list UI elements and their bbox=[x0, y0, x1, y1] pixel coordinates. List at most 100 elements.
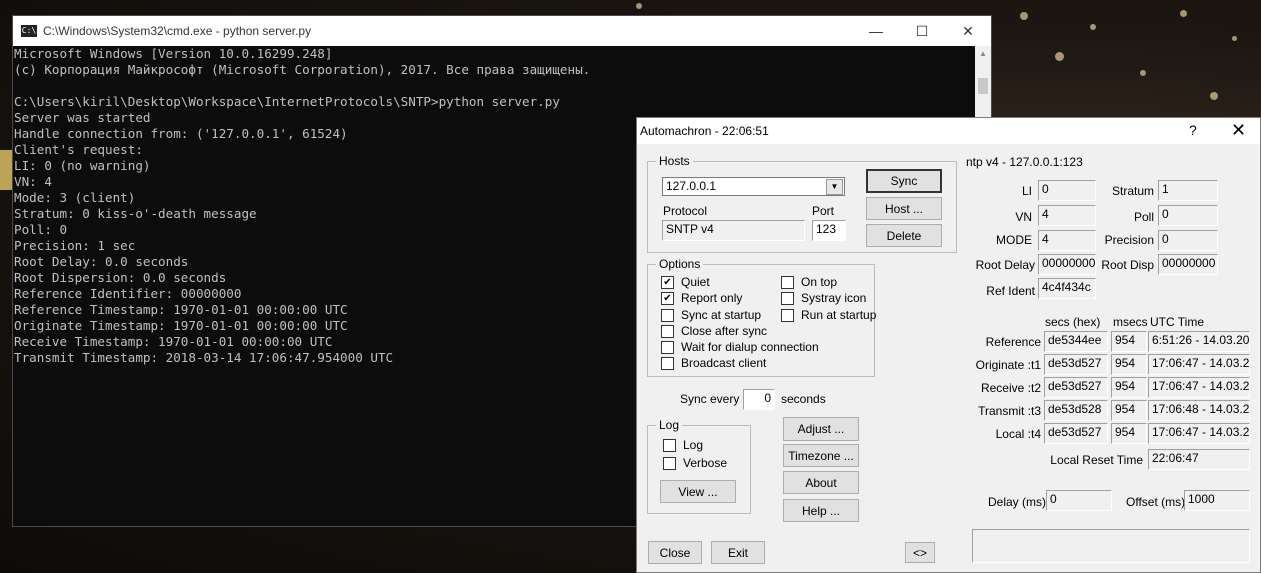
delay-label: Delay (ms): bbox=[988, 495, 1050, 509]
bokeh-light bbox=[1210, 92, 1218, 100]
help-icon[interactable]: ? bbox=[1189, 122, 1197, 138]
hosts-group-label: Hosts bbox=[656, 154, 693, 168]
host-select[interactable]: 127.0.0.1 ▼ bbox=[662, 177, 845, 196]
checkbox-box[interactable] bbox=[661, 356, 674, 370]
option-label: Close after sync bbox=[681, 324, 768, 338]
checkmark-icon[interactable]: ✔ bbox=[661, 291, 674, 305]
option-label: Systray icon bbox=[801, 291, 867, 305]
automachron-dialog: Automachron - 22:06:51 ? ✕ Hosts 127.0.0… bbox=[636, 117, 1261, 573]
port-field[interactable]: 123 bbox=[812, 220, 846, 241]
msecs-column-header: msecs bbox=[1113, 315, 1148, 329]
offset-label: Offset (ms): bbox=[1126, 495, 1189, 509]
precision-label: Precision bbox=[1104, 233, 1154, 247]
option-checkbox[interactable]: Broadcast client bbox=[661, 356, 766, 370]
option-checkbox[interactable]: Systray icon bbox=[781, 291, 866, 305]
checkbox-box[interactable] bbox=[663, 438, 676, 452]
timestamp-row-label: Transmit :t3 bbox=[978, 404, 1041, 418]
help-button[interactable]: Help ... bbox=[783, 499, 859, 522]
cmd-titlebar[interactable]: C:\ C:\Windows\System32\cmd.exe - python… bbox=[13, 16, 991, 46]
sync-interval-field[interactable]: 0 bbox=[743, 389, 775, 410]
sync-every-label: Sync every bbox=[680, 392, 740, 406]
minimize-button[interactable]: — bbox=[853, 16, 899, 46]
option-checkbox[interactable]: Close after sync bbox=[661, 324, 767, 338]
stratum-field: 1 bbox=[1158, 180, 1218, 201]
sync-button[interactable]: Sync bbox=[866, 169, 942, 193]
timestamp-secs-field: de53d527 bbox=[1044, 377, 1108, 398]
close-icon[interactable]: ✕ bbox=[1231, 120, 1246, 141]
bokeh-light bbox=[1140, 70, 1146, 76]
option-label: Broadcast client bbox=[681, 356, 767, 370]
scroll-up-icon[interactable]: ▲ bbox=[975, 46, 991, 62]
option-checkbox[interactable]: ✔ Report only bbox=[661, 291, 742, 305]
secs-column-header: secs (hex) bbox=[1045, 315, 1101, 329]
checkbox-box[interactable] bbox=[661, 308, 674, 322]
timestamp-msecs-field: 954 bbox=[1111, 331, 1147, 352]
poll-label: Poll bbox=[1133, 210, 1154, 224]
options-group-label: Options bbox=[656, 257, 704, 271]
checkbox-box[interactable] bbox=[663, 456, 676, 470]
option-checkbox[interactable]: Run at startup bbox=[781, 308, 876, 322]
console-line: Microsoft Windows [Version 10.0.16299.24… bbox=[14, 46, 333, 61]
chevron-down-icon[interactable]: ▼ bbox=[826, 179, 843, 195]
log-checkbox[interactable]: Verbose bbox=[663, 456, 727, 470]
option-label: On top bbox=[801, 275, 838, 289]
cmd-icon: C:\ bbox=[21, 25, 37, 37]
timestamp-utc-field: 17:06:47 - 14.03.2018 bbox=[1148, 354, 1250, 375]
timestamp-msecs-field: 954 bbox=[1111, 354, 1147, 375]
delay-field: 0 bbox=[1046, 490, 1112, 511]
timestamp-row-label: Local :t4 bbox=[995, 427, 1041, 441]
expand-toggle-button[interactable]: <> bbox=[905, 542, 935, 563]
vn-label: VN bbox=[1015, 210, 1032, 224]
log-checkbox[interactable]: Log bbox=[663, 438, 703, 452]
timestamp-secs-field: de53d527 bbox=[1044, 354, 1108, 375]
utc-column-header: UTC Time bbox=[1150, 315, 1204, 329]
timestamp-msecs-field: 954 bbox=[1111, 400, 1147, 421]
console-line: C:\Users\kiril\Desktop\Workspace\Interne… bbox=[14, 94, 560, 109]
stratum-label: Stratum bbox=[1111, 184, 1154, 198]
precision-field: 0 bbox=[1158, 230, 1218, 251]
bokeh-light bbox=[1020, 12, 1028, 20]
checkbox-box[interactable] bbox=[781, 308, 794, 322]
timestamp-utc-field: 6:51:26 - 14.03.2018 bbox=[1148, 331, 1250, 352]
checkbox-box[interactable] bbox=[661, 340, 674, 354]
option-checkbox[interactable]: ✔ Quiet bbox=[661, 275, 710, 289]
option-checkbox[interactable]: Sync at startup bbox=[661, 308, 761, 322]
timestamp-utc-field: 17:06:47 - 14.03.2018 bbox=[1148, 377, 1250, 398]
li-label: LI bbox=[1021, 184, 1032, 198]
dialog-titlebar[interactable]: Automachron - 22:06:51 ? ✕ bbox=[637, 118, 1260, 144]
vn-field: 4 bbox=[1038, 205, 1096, 226]
close-button[interactable]: Close bbox=[648, 541, 702, 564]
delete-button[interactable]: Delete bbox=[866, 224, 942, 247]
checkbox-box[interactable] bbox=[661, 324, 674, 338]
protocol-field[interactable]: SNTP v4 bbox=[662, 220, 805, 241]
root-delay-label: Root Delay bbox=[975, 258, 1035, 272]
timestamp-row-label: Reference bbox=[985, 335, 1041, 349]
local-reset-field: 22:06:47 bbox=[1148, 449, 1250, 470]
option-checkbox[interactable]: On top bbox=[781, 275, 837, 289]
bokeh-light bbox=[1180, 10, 1187, 17]
option-label: Wait for dialup connection bbox=[681, 340, 819, 354]
checkmark-icon[interactable]: ✔ bbox=[661, 275, 674, 289]
scroll-thumb[interactable] bbox=[978, 78, 988, 94]
exit-button[interactable]: Exit bbox=[711, 541, 765, 564]
maximize-button[interactable]: ☐ bbox=[899, 16, 945, 46]
checkbox-box[interactable] bbox=[781, 275, 794, 289]
root-delay-field: 00000000 bbox=[1038, 254, 1096, 275]
console-line: (c) Корпорация Майкрософт (Microsoft Cor… bbox=[14, 62, 591, 77]
ref-ident-label: Ref Ident bbox=[986, 284, 1035, 298]
dialog-title: Automachron - 22:06:51 bbox=[640, 124, 769, 138]
timestamp-msecs-field: 954 bbox=[1111, 377, 1147, 398]
checkbox-box[interactable] bbox=[781, 291, 794, 305]
ref-ident-field: 4c4f434c bbox=[1038, 278, 1096, 299]
timezone-button[interactable]: Timezone ... bbox=[783, 444, 859, 467]
close-button[interactable]: ✕ bbox=[945, 16, 991, 46]
adjust-button[interactable]: Adjust ... bbox=[783, 417, 859, 441]
timestamp-msecs-field: 954 bbox=[1111, 423, 1147, 444]
option-label: Run at startup bbox=[801, 308, 877, 322]
bokeh-light bbox=[1055, 52, 1064, 61]
about-button[interactable]: About bbox=[783, 471, 859, 494]
bokeh-light bbox=[1090, 24, 1096, 30]
option-checkbox[interactable]: Wait for dialup connection bbox=[661, 340, 819, 354]
host-button[interactable]: Host ... bbox=[866, 197, 942, 220]
view-button[interactable]: View ... bbox=[660, 480, 736, 503]
